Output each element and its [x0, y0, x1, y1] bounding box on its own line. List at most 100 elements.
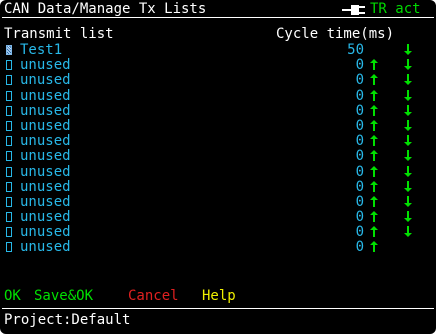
footer-divider — [2, 308, 434, 309]
list-item[interactable]: unused 0 — [0, 103, 436, 119]
cycle-time-heading: Cycle time(ms) — [276, 26, 395, 42]
list-item[interactable]: unused 0 — [0, 194, 436, 210]
row-checkbox[interactable] — [6, 105, 12, 116]
button-bar: OK Save&OK Cancel Help — [0, 288, 236, 304]
cycle-time-value[interactable]: 0 — [356, 103, 364, 119]
plug-icon — [342, 5, 365, 15]
row-checkbox[interactable] — [6, 60, 12, 71]
row-checkbox[interactable] — [6, 90, 12, 101]
row-checkbox[interactable] — [6, 136, 12, 147]
row-checkbox[interactable] — [6, 181, 12, 192]
row-checkbox[interactable] — [6, 166, 12, 177]
list-item[interactable]: unused 0 — [0, 72, 436, 88]
move-up-icon[interactable] — [370, 211, 378, 223]
move-down-icon[interactable] — [404, 150, 412, 162]
tx-list-name[interactable]: unused — [20, 88, 71, 104]
tx-list-name[interactable]: unused — [20, 239, 71, 255]
move-up-icon[interactable] — [370, 226, 378, 238]
row-checkbox[interactable] — [6, 45, 12, 55]
transmit-list: Test1 50 unused 0 unused 0 unused 0 unused 0 unuse… — [0, 42, 436, 255]
tx-lists-window: CAN Data/Manage Tx Lists TR act Transmit… — [0, 0, 436, 334]
cycle-time-value[interactable]: 0 — [356, 72, 364, 88]
project-status: Project:Default — [4, 312, 131, 328]
window-title: CAN Data/Manage Tx Lists — [4, 1, 207, 17]
move-up-icon[interactable] — [370, 165, 378, 177]
move-down-icon[interactable] — [404, 119, 412, 131]
move-up-icon[interactable] — [370, 195, 378, 207]
move-up-icon[interactable] — [370, 74, 378, 86]
help-button[interactable]: Help — [202, 288, 236, 304]
title-divider — [2, 17, 434, 18]
move-down-icon[interactable] — [404, 104, 412, 116]
cycle-time-value[interactable]: 0 — [356, 179, 364, 195]
status-indicator: TR act — [370, 1, 421, 17]
cycle-time-value[interactable]: 0 — [356, 148, 364, 164]
row-checkbox[interactable] — [6, 120, 12, 131]
tx-list-name[interactable]: unused — [20, 148, 71, 164]
cancel-button[interactable]: Cancel — [128, 288, 179, 304]
cycle-time-value[interactable]: 0 — [356, 194, 364, 210]
move-up-icon[interactable] — [370, 104, 378, 116]
move-down-icon[interactable] — [404, 74, 412, 86]
list-item[interactable]: unused 0 — [0, 239, 436, 255]
move-down-icon[interactable] — [404, 180, 412, 192]
move-down-icon[interactable] — [404, 135, 412, 147]
move-up-icon[interactable] — [370, 89, 378, 101]
cycle-time-value[interactable]: 0 — [356, 118, 364, 134]
move-up-icon[interactable] — [370, 180, 378, 192]
list-item[interactable]: unused 0 — [0, 57, 436, 73]
screen: CAN Data/Manage Tx Lists TR act Transmit… — [0, 0, 436, 334]
row-checkbox[interactable] — [6, 196, 12, 207]
list-header: Transmit list Cycle time(ms) — [0, 26, 436, 42]
move-down-icon[interactable] — [404, 89, 412, 101]
move-down-icon[interactable] — [404, 226, 412, 238]
tx-list-name[interactable]: unused — [20, 118, 71, 134]
cycle-time-value[interactable]: 0 — [356, 209, 364, 225]
cycle-time-value[interactable]: 0 — [356, 88, 364, 104]
tx-list-name[interactable]: unused — [20, 164, 71, 180]
row-checkbox[interactable] — [6, 242, 12, 253]
save-ok-button[interactable]: Save&OK — [34, 288, 93, 304]
cycle-time-value[interactable]: 50 — [347, 42, 364, 58]
list-item[interactable]: unused 0 — [0, 88, 436, 104]
move-up-icon[interactable] — [370, 150, 378, 162]
row-checkbox[interactable] — [6, 227, 12, 238]
list-item[interactable]: unused 0 — [0, 133, 436, 149]
move-up-icon[interactable] — [370, 59, 378, 71]
list-item[interactable]: unused 0 — [0, 179, 436, 195]
row-checkbox[interactable] — [6, 75, 12, 86]
tx-list-name[interactable]: unused — [20, 103, 71, 119]
move-down-icon[interactable] — [404, 44, 412, 55]
list-item[interactable]: Test1 50 — [0, 42, 436, 58]
tx-list-name[interactable]: unused — [20, 194, 71, 210]
list-item[interactable]: unused 0 — [0, 164, 436, 180]
title-bar: CAN Data/Manage Tx Lists TR act — [0, 0, 436, 18]
move-down-icon[interactable] — [404, 165, 412, 177]
cycle-time-value[interactable]: 0 — [356, 239, 364, 255]
tx-list-name[interactable]: unused — [20, 133, 71, 149]
tx-list-name[interactable]: unused — [20, 209, 71, 225]
move-down-icon[interactable] — [404, 195, 412, 207]
move-up-icon[interactable] — [370, 119, 378, 131]
cycle-time-value[interactable]: 0 — [356, 164, 364, 180]
move-down-icon[interactable] — [404, 211, 412, 223]
tx-list-name[interactable]: unused — [20, 224, 71, 240]
transmit-list-heading: Transmit list — [4, 26, 114, 42]
tx-list-name[interactable]: unused — [20, 72, 71, 88]
cycle-time-value[interactable]: 0 — [356, 57, 364, 73]
cycle-time-value[interactable]: 0 — [356, 224, 364, 240]
cycle-time-value[interactable]: 0 — [356, 133, 364, 149]
row-checkbox[interactable] — [6, 212, 12, 223]
tx-list-name[interactable]: Test1 — [20, 42, 62, 58]
list-item[interactable]: unused 0 — [0, 118, 436, 134]
list-item[interactable]: unused 0 — [0, 224, 436, 240]
move-up-icon[interactable] — [370, 241, 378, 253]
row-checkbox[interactable] — [6, 151, 12, 162]
move-down-icon[interactable] — [404, 59, 412, 71]
tx-list-name[interactable]: unused — [20, 179, 71, 195]
list-item[interactable]: unused 0 — [0, 148, 436, 164]
ok-button[interactable]: OK — [4, 288, 21, 304]
list-item[interactable]: unused 0 — [0, 209, 436, 225]
tx-list-name[interactable]: unused — [20, 57, 71, 73]
move-up-icon[interactable] — [370, 135, 378, 147]
